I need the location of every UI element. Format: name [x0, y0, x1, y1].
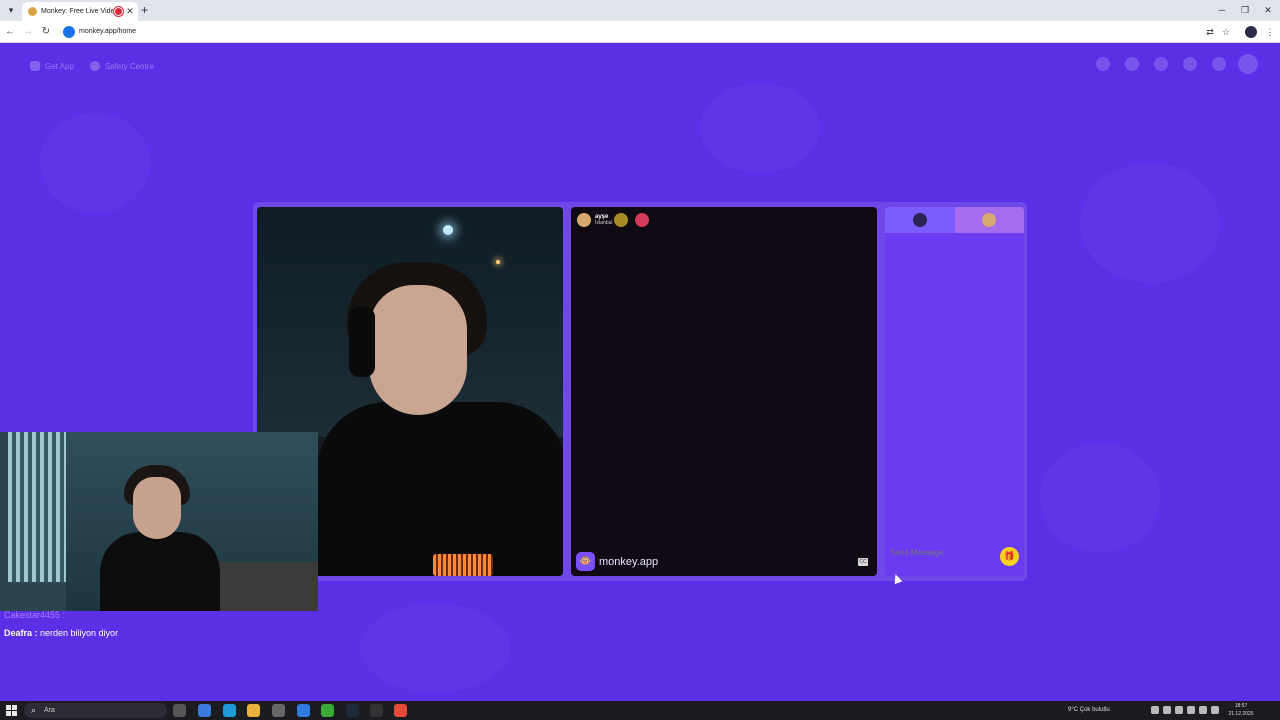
clock-date: 21.12.2025	[1228, 711, 1254, 717]
stranger-profile-chip[interactable]: ayşe İstanbul	[577, 213, 613, 227]
user-avatar[interactable]	[1238, 54, 1258, 74]
back-icon[interactable]: ←	[4, 25, 16, 39]
shield-icon	[89, 61, 100, 71]
tab-stranger[interactable]	[954, 207, 1024, 233]
coin-icon[interactable]	[1154, 57, 1168, 71]
shop-icon[interactable]	[1096, 57, 1110, 71]
chat-panel: 🎁	[885, 207, 1024, 576]
webcam-window	[8, 432, 66, 582]
safety-centre-link[interactable]: Safety Centre	[89, 59, 154, 73]
tab-close-icon[interactable]: ✕	[125, 5, 135, 17]
bookmark-star-icon[interactable]: ☆	[1220, 26, 1232, 38]
get-app-link[interactable]: Get App	[30, 59, 74, 73]
forward-icon[interactable]: →	[22, 25, 34, 39]
stream-chat-line: Deafra : nerden biliyon diyor	[4, 628, 118, 638]
captions-icon[interactable]: CC	[858, 558, 868, 566]
stranger-location: İstanbul	[595, 220, 613, 226]
heart-icon[interactable]	[614, 213, 628, 227]
tab-title: Monkey: Free Live Video Ch	[41, 8, 113, 15]
url-field[interactable]: monkey.app/home	[79, 26, 136, 38]
copilot-icon[interactable]	[198, 704, 211, 717]
safety-centre-label: Safety Centre	[104, 61, 154, 71]
site-info-icon[interactable]	[63, 26, 75, 38]
webcam-person-face	[133, 477, 181, 539]
minimize-icon[interactable]: ─	[1215, 3, 1229, 17]
file-explorer-icon[interactable]	[247, 704, 260, 717]
brand-watermark: 🐵 monkey.app	[576, 552, 658, 571]
mail-icon[interactable]	[297, 704, 310, 717]
chat-tabs	[885, 207, 1024, 233]
gift-button[interactable]: 🎁	[1000, 547, 1019, 566]
lamp-light	[443, 225, 453, 235]
monkey-favicon-icon	[28, 7, 37, 16]
recording-icon	[115, 8, 122, 15]
stranger-avatar	[577, 213, 591, 227]
reload-icon[interactable]: ↻	[40, 25, 52, 39]
tray-icon[interactable]	[1163, 706, 1171, 714]
bg-pattern	[1040, 443, 1160, 553]
bg-pattern	[1080, 163, 1220, 283]
streamer-webcam	[0, 432, 318, 611]
tray-icon[interactable]	[1151, 706, 1159, 714]
candle	[433, 554, 493, 576]
message-input[interactable]	[890, 548, 970, 557]
lamp-light	[496, 260, 500, 264]
browser-tab[interactable]: Monkey: Free Live Video Ch ✕	[22, 2, 138, 21]
tab-search-icon[interactable]: ▾	[4, 4, 18, 17]
app-icon[interactable]	[321, 704, 334, 717]
monkey-logo-icon: 🐵	[576, 552, 595, 571]
weather-widget[interactable]: 9°C Çok bulutlu	[1068, 704, 1110, 717]
new-tab-icon[interactable]: +	[141, 3, 151, 17]
settings-icon[interactable]	[1212, 57, 1226, 71]
tray-icon[interactable]	[1175, 706, 1183, 714]
person-face	[369, 285, 467, 415]
webcam-desk	[220, 562, 318, 611]
bg-pattern	[700, 83, 820, 173]
add-friend-icon[interactable]	[635, 213, 649, 227]
tab-self[interactable]	[885, 207, 955, 233]
menu-kebab-icon[interactable]: ⋮	[1264, 26, 1276, 38]
steam-icon[interactable]	[346, 704, 359, 717]
top-nav-left: Get App Safety Centre	[30, 59, 154, 73]
search-icon: ⌕	[31, 705, 37, 715]
taskbar-search[interactable]: ⌕ Ara	[24, 703, 167, 718]
stranger-avatar	[982, 213, 997, 227]
webcam-person-body	[100, 532, 220, 611]
wifi-icon[interactable]	[1199, 706, 1207, 714]
brand-name: monkey.app	[599, 555, 659, 568]
bg-pattern	[360, 603, 510, 693]
edge-icon[interactable]	[223, 704, 236, 717]
chat-message: nerden biliyon diyor	[37, 628, 119, 638]
stream-chat-line: Cakestar4455 :	[4, 610, 66, 620]
restore-icon[interactable]: ❐	[1238, 3, 1252, 17]
task-view-icon[interactable]	[173, 704, 186, 717]
volume-icon[interactable]	[1211, 706, 1219, 714]
obs-icon[interactable]	[370, 704, 383, 717]
get-app-label: Get App	[45, 61, 74, 71]
search-label: Ara	[44, 707, 55, 714]
tray-icon[interactable]	[1187, 706, 1195, 714]
search-icon[interactable]	[1125, 57, 1139, 71]
store-icon[interactable]	[272, 704, 285, 717]
address-bar: ← → ↻ monkey.app/home ⇄ ☆ ⋮	[0, 21, 1280, 43]
chrome-icon[interactable]	[394, 704, 407, 717]
windows-start-icon[interactable]	[6, 705, 17, 716]
clock-time: 18:57	[1234, 703, 1248, 709]
stranger-video: ayşe İstanbul 🐵 monkey.app CC	[571, 207, 877, 576]
profile-avatar[interactable]	[1245, 26, 1257, 38]
bg-pattern	[40, 113, 150, 213]
person-body	[317, 402, 563, 576]
browser-tab-bar: ▾ Monkey: Free Live Video Ch ✕ + ─ ❐ ✕	[0, 0, 1280, 21]
phone-icon	[30, 61, 40, 71]
translate-icon[interactable]: ⇄	[1204, 26, 1216, 38]
close-window-icon[interactable]: ✕	[1261, 3, 1275, 17]
chat-username: Deafra :	[4, 628, 38, 638]
history-icon[interactable]	[1183, 57, 1197, 71]
windows-taskbar: ⌕ Ara 9°C Çok bulutlu 18:57 21.12.2025	[0, 701, 1280, 720]
headset	[349, 307, 375, 377]
taskbar-clock[interactable]: 18:57 21.12.2025	[1226, 702, 1256, 718]
self-avatar	[912, 213, 927, 227]
